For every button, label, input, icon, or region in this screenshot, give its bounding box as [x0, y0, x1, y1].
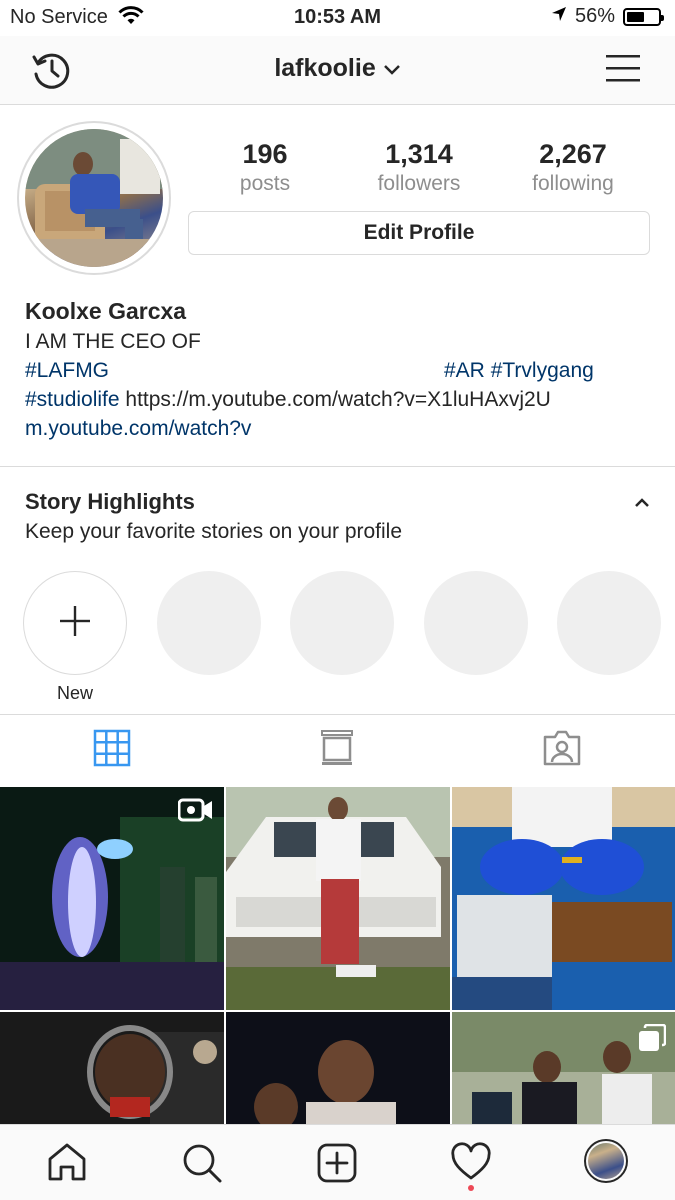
hashtag-trvlygang[interactable]: #Trvlygang — [491, 359, 594, 382]
bio: Koolxe Garcxa I AM THE CEO OF #LAFMG #AR… — [25, 295, 655, 443]
edit-profile-button[interactable]: Edit Profile — [188, 211, 650, 255]
highlight-placeholder — [557, 571, 661, 675]
profile-header: lafkoolie — [0, 36, 675, 105]
stat-followers[interactable]: 1,314 followers — [349, 139, 489, 196]
profile-tab-avatar[interactable] — [584, 1139, 628, 1183]
highlights-title: Story Highlights — [25, 489, 195, 514]
feed-view-tab[interactable] — [320, 729, 354, 772]
following-count: 2,267 — [539, 139, 607, 169]
post-thumbnail[interactable] — [452, 1012, 675, 1125]
username-switcher[interactable]: lafkoolie — [0, 54, 675, 83]
stat-posts[interactable]: 196 posts — [195, 139, 335, 196]
search-icon[interactable] — [181, 1142, 223, 1189]
chevron-down-icon — [383, 54, 401, 82]
highlight-placeholder — [157, 571, 261, 675]
menu-icon[interactable] — [605, 50, 641, 91]
post-thumbnail[interactable] — [0, 1012, 224, 1125]
chevron-up-icon[interactable] — [630, 490, 654, 519]
plus-icon — [58, 604, 92, 643]
notification-dot — [468, 1185, 474, 1191]
post-thumbnail[interactable] — [452, 787, 675, 1010]
grid-view-tab[interactable] — [93, 729, 131, 772]
divider — [0, 466, 675, 467]
carousel-icon — [638, 1023, 667, 1057]
new-post-icon[interactable] — [316, 1142, 358, 1189]
followers-count: 1,314 — [385, 139, 453, 169]
battery-percent: 56% — [574, 5, 615, 27]
following-label: following — [532, 172, 614, 195]
post-thumbnail[interactable] — [0, 787, 224, 1010]
tagged-tab[interactable] — [542, 729, 582, 772]
posts-count: 196 — [242, 139, 288, 169]
hashtag-ar[interactable]: #AR — [444, 359, 485, 382]
profile-tabs — [0, 714, 675, 787]
battery-icon — [623, 7, 664, 26]
avatar-photo — [25, 129, 163, 267]
new-highlight-button[interactable] — [23, 571, 127, 675]
highlight-placeholder — [290, 571, 394, 675]
video-icon — [177, 797, 214, 828]
activity-heart-icon[interactable] — [450, 1142, 492, 1187]
display-name: Koolxe Garcxa — [25, 298, 187, 324]
profile-avatar[interactable] — [17, 121, 171, 275]
highlight-placeholder — [424, 571, 528, 675]
followers-label: followers — [377, 172, 461, 195]
status-bar: No Service 10:53 AM 56% — [0, 0, 675, 36]
bio-url-text: https://m.youtube.com/watch?v=X1luHAxvj2… — [125, 388, 551, 411]
stat-following[interactable]: 2,267 following — [503, 139, 643, 196]
location-arrow-icon — [551, 5, 567, 28]
home-icon[interactable] — [46, 1142, 88, 1187]
posts-label: posts — [239, 172, 291, 195]
highlights-subtitle: Keep your favorite stories on your profi… — [25, 520, 403, 543]
new-highlight-label: New — [56, 683, 93, 703]
username-title: lafkoolie — [274, 54, 376, 82]
hashtag-studiolife[interactable]: #studiolife — [25, 388, 120, 411]
post-thumbnail[interactable] — [226, 1012, 450, 1125]
bottom-tab-bar — [0, 1124, 675, 1200]
profile-link[interactable]: m.youtube.com/watch?v — [25, 414, 655, 443]
post-grid — [0, 787, 675, 1125]
bio-line: I AM THE CEO OF — [25, 330, 201, 353]
post-thumbnail[interactable] — [226, 787, 450, 1010]
hashtag-lafmg[interactable]: #LAFMG — [25, 359, 109, 382]
